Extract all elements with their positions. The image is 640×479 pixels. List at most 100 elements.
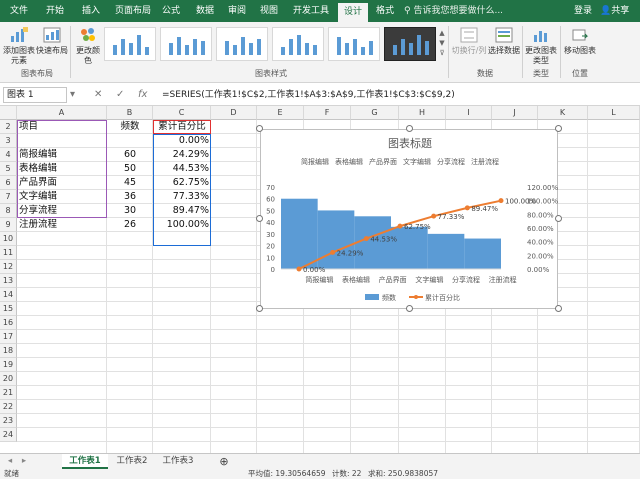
column-header-e[interactable]: E [257,106,304,120]
chart-style-2[interactable] [160,27,212,61]
row-header-22[interactable]: 22 [0,400,17,414]
row-header-5[interactable]: 5 [0,162,17,176]
cell-r8-c2[interactable]: 89.47% [153,204,211,218]
sheet-tab-3[interactable]: 工作表3 [156,454,200,469]
column-header-a[interactable]: A [17,106,107,120]
row-header-16[interactable]: 16 [0,316,17,330]
column-header-d[interactable]: D [211,106,257,120]
header-cumulative[interactable]: 累计百分比 [153,120,211,134]
cell-r7-c1[interactable]: 36 [107,190,153,204]
row-header-11[interactable]: 11 [0,246,17,260]
formula-input[interactable]: =SERIES(工作表1!$C$2,工作表1!$A$3:$A$9,工作表1!$C… [162,87,634,103]
sheet-tab-2[interactable]: 工作表2 [110,454,154,469]
tab-file[interactable]: 文件 [4,0,34,22]
resize-handle-l[interactable] [256,215,263,222]
column-header-i[interactable]: I [446,106,492,120]
row-header-3[interactable]: 3 [0,134,17,148]
cell-r5-c1[interactable]: 50 [107,162,153,176]
select-all-corner[interactable] [0,106,17,120]
cell-r9-c0[interactable]: 注册流程 [17,218,107,232]
resize-handle-r[interactable] [555,215,562,222]
resize-handle-tl[interactable] [256,125,263,132]
header-frequency[interactable]: 频数 [107,120,153,134]
resize-handle-br[interactable] [555,305,562,312]
cell-r4-c1[interactable]: 60 [107,148,153,162]
name-box-dropdown-icon[interactable]: ▾ [70,87,75,103]
column-header-g[interactable]: G [351,106,399,120]
resize-handle-bl[interactable] [256,305,263,312]
column-header-f[interactable]: F [304,106,351,120]
row-header-13[interactable]: 13 [0,274,17,288]
tell-me-search[interactable]: ⚲ 告诉我您想要做什么... [404,0,503,22]
row-header-24[interactable]: 24 [0,428,17,442]
cell-r5-c0[interactable]: 表格编辑 [17,162,107,176]
row-header-6[interactable]: 6 [0,176,17,190]
row-header-8[interactable]: 8 [0,204,17,218]
sheet-tab-1[interactable]: 工作表1 [62,454,108,469]
chart-style-3[interactable] [216,27,268,61]
row-header-20[interactable]: 20 [0,372,17,386]
tab-formulas[interactable]: 公式 [156,0,186,22]
name-box[interactable]: 图表 1 [3,87,67,103]
tab-page-layout[interactable]: 页面布局 [110,0,156,22]
quick-layout-button[interactable]: 快速布局 [36,26,68,56]
styles-scroll[interactable]: ▲ ▼ ⊽ [438,28,446,58]
row-header-19[interactable]: 19 [0,358,17,372]
row-header-2[interactable]: 2 [0,120,17,134]
cell-r6-c2[interactable]: 62.75% [153,176,211,190]
row-header-14[interactable]: 14 [0,288,17,302]
add-sheet-icon[interactable]: ⊕ [216,454,232,469]
row-header-7[interactable]: 7 [0,190,17,204]
row-header-21[interactable]: 21 [0,386,17,400]
cell-r5-c2[interactable]: 44.53% [153,162,211,176]
scroll-left-icon[interactable]: ◂ [4,454,16,469]
row-header-10[interactable]: 10 [0,232,17,246]
tab-format[interactable]: 格式 [370,0,400,22]
tab-view[interactable]: 视图 [254,0,284,22]
select-data-button[interactable]: 选择数据 [488,26,520,56]
tab-review[interactable]: 审阅 [222,0,252,22]
tab-insert[interactable]: 插入 [76,0,106,22]
pareto-chart[interactable]: 图表标题 0 10 20 30 40 50 60 70 0.00% 20.00% 40.00% 60.0… [260,129,558,309]
column-header-h[interactable]: H [399,106,446,120]
insert-function-icon[interactable]: fx [138,87,147,103]
row-header-4[interactable]: 4 [0,148,17,162]
row-header-15[interactable]: 15 [0,302,17,316]
cell-r9-c1[interactable]: 26 [107,218,153,232]
share-button[interactable]: 👤共享 [600,0,629,22]
cell-r8-c0[interactable]: 分享流程 [17,204,107,218]
move-chart-button[interactable]: 移动图表 [562,26,598,56]
chart-style-4[interactable] [272,27,324,61]
chart-style-1[interactable] [104,27,156,61]
tab-design[interactable]: 设计 [338,3,368,22]
login-link[interactable]: 登录 [574,0,592,22]
change-colors-button[interactable]: 更改颜色 [74,26,102,66]
tab-developer[interactable]: 开发工具 [288,0,334,22]
row-header-17[interactable]: 17 [0,330,17,344]
cell-c3[interactable]: 0.00% [153,134,211,148]
chart-style-6[interactable] [384,27,436,61]
column-header-c[interactable]: C [153,106,211,120]
column-header-l[interactable]: L [588,106,640,120]
cell-r7-c2[interactable]: 77.33% [153,190,211,204]
column-header-j[interactable]: J [492,106,538,120]
cancel-icon[interactable]: ✕ [94,87,102,103]
tab-home[interactable]: 开始 [40,0,70,22]
cell-r6-c1[interactable]: 45 [107,176,153,190]
row-header-18[interactable]: 18 [0,344,17,358]
chart-style-5[interactable] [328,27,380,61]
resize-handle-tr[interactable] [555,125,562,132]
resize-handle-b[interactable] [406,305,413,312]
header-project[interactable]: 项目 [17,120,107,134]
resize-handle-t[interactable] [406,125,413,132]
row-header-12[interactable]: 12 [0,260,17,274]
cell-r6-c0[interactable]: 产品界面 [17,176,107,190]
row-header-23[interactable]: 23 [0,414,17,428]
row-header-9[interactable]: 9 [0,218,17,232]
add-chart-element-button[interactable]: 添加图表元素 [2,26,36,66]
enter-icon[interactable]: ✓ [116,87,124,103]
cell-r7-c0[interactable]: 文字编辑 [17,190,107,204]
change-chart-type-button[interactable]: 更改图表类型 [524,26,558,66]
cell-r4-c0[interactable]: 简报编辑 [17,148,107,162]
cell-r8-c1[interactable]: 30 [107,204,153,218]
